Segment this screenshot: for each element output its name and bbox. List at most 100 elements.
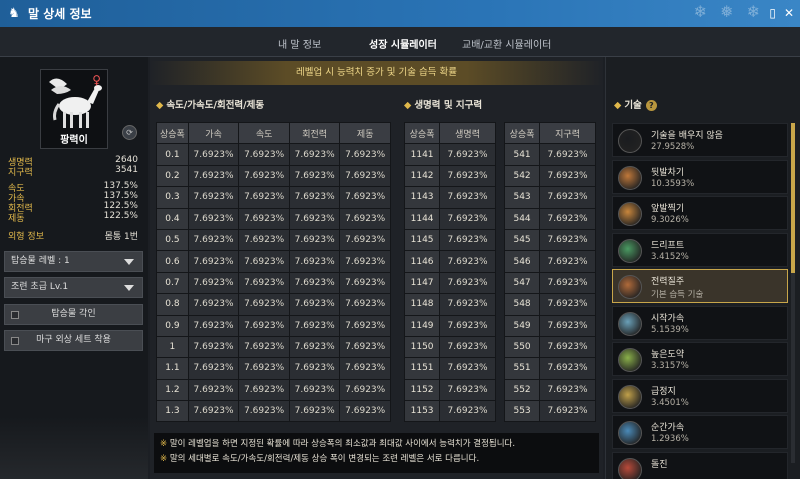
skill-item[interactable]: 드리프트 3.4152% <box>612 232 788 267</box>
skill-name: 순간가속 <box>651 423 685 433</box>
speed-increment-cell: 0.1 <box>156 143 189 166</box>
refresh-icon[interactable]: ⟳ <box>122 125 137 140</box>
speed-probability-cell: 7.6923% <box>238 293 290 316</box>
speed-increment-cell: 0.6 <box>156 250 189 273</box>
speed-header-cell: 제동 <box>339 121 391 145</box>
stamina-probability-cell: 7.6923% <box>539 143 596 166</box>
table-row: 552 7.6923% <box>503 378 596 402</box>
trainer-level-dropdown[interactable]: 조련 초급 Lv.1 <box>4 277 143 298</box>
close-icon[interactable]: ✕ <box>784 6 794 20</box>
drift-icon <box>618 238 642 263</box>
stamina-increment-cell: 544 <box>503 207 541 230</box>
speed-increment-cell: 0.2 <box>156 164 189 188</box>
skill-item[interactable]: 순간가속 1.2936% <box>612 415 788 449</box>
speed-probability-cell: 7.6923% <box>339 207 391 230</box>
tab-breeding-simulator[interactable]: 교배/교환 시뮬레이터 <box>462 36 551 51</box>
tab-my-horse[interactable]: 내 말 정보 <box>278 36 321 51</box>
speed-probability-cell: 7.6923% <box>339 164 391 188</box>
table-row: 1149 7.6923% <box>403 314 496 337</box>
hp-increment-cell: 1145 <box>403 228 441 252</box>
hp-increment-cell: 1147 <box>403 271 441 295</box>
hp-probability-cell: 7.6923% <box>439 400 496 423</box>
skill-item[interactable]: 기술을 배우지 않음 27.9528% <box>612 123 788 157</box>
tab-growth-simulator[interactable]: 성장 시뮬레이터 <box>363 36 443 61</box>
horse-info-panel: ♀ 팡력이 ⟳ 생명력 2640 지구력 3541 속도 137.5% 가속 1… <box>0 57 148 479</box>
speed-probability-cell: 7.6923% <box>288 314 341 337</box>
speed-increment-cell: 1 <box>156 335 189 359</box>
speed-probability-cell: 7.6923% <box>238 335 290 359</box>
speed-increment-cell: 0.4 <box>156 207 189 230</box>
table-row: 0.7 7.6923% 7.6923% 7.6923% 7.6923% <box>156 271 391 295</box>
scrollbar[interactable] <box>791 123 795 463</box>
table-row: 546 7.6923% <box>503 250 596 273</box>
speed-probability-cell: 7.6923% <box>339 271 391 295</box>
armor-set-button[interactable]: 마구 외상 세트 착용 <box>4 330 143 351</box>
armor-checkbox[interactable] <box>11 337 19 345</box>
speed-increment-cell: 1.1 <box>156 357 189 380</box>
hp-increment-cell: 1142 <box>403 164 441 188</box>
stamina-increment-cell: 545 <box>503 228 541 252</box>
skill-item[interactable]: 뒷발차기 10.3593% <box>612 159 788 194</box>
speed-probability-cell: 7.6923% <box>187 400 240 423</box>
skill-probability: 1.2936% <box>651 434 689 444</box>
speed-increment-cell: 0.8 <box>156 293 189 316</box>
hp-increment-cell: 1143 <box>403 186 441 209</box>
help-icon[interactable]: ? <box>645 100 657 111</box>
table-row: 1147 7.6923% <box>403 271 496 295</box>
stamina-header-cell: 지구력 <box>539 121 596 145</box>
speed-header-cell: 상승폭 <box>156 121 189 145</box>
speed-probability-cell: 7.6923% <box>339 250 391 273</box>
skill-probability: 3.4152% <box>651 251 689 262</box>
table-row: 0.1 7.6923% 7.6923% 7.6923% 7.6923% <box>156 143 391 166</box>
document-icon[interactable]: ▯ <box>769 6 776 20</box>
table-row: 0.3 7.6923% 7.6923% 7.6923% 7.6923% <box>156 186 391 209</box>
stamina-increment-cell: 543 <box>503 186 541 209</box>
hp-probability-cell: 7.6923% <box>439 250 496 273</box>
skill-name: 높은도약 <box>651 350 685 360</box>
hp-probability-cell: 7.6923% <box>439 164 496 188</box>
speed-probability-cell: 7.6923% <box>238 207 290 230</box>
speed-probability-cell: 7.6923% <box>187 378 240 402</box>
skill-name: 급정지 <box>651 386 676 397</box>
table-row: 550 7.6923% <box>503 335 596 359</box>
scrollbar-thumb[interactable] <box>791 123 795 273</box>
note-line: ※ 말의 세대별로 속도/가속도/회전력/제동 상승 폭이 변경되는 조련 레벨… <box>160 454 480 464</box>
charge-icon <box>618 457 642 479</box>
stamina-increment-cell: 541 <box>503 143 541 166</box>
speed-increment-cell: 1.3 <box>156 400 189 423</box>
mount-level-dropdown[interactable]: 탑승물 레벨 : 1 <box>4 251 143 272</box>
diamond-bullet-icon: ◆ <box>404 100 412 111</box>
hp-probability-cell: 7.6923% <box>439 207 496 230</box>
skill-item[interactable]: 돌진 <box>612 451 788 479</box>
table-row: 1144 7.6923% <box>403 207 496 230</box>
speed-probability-cell: 7.6923% <box>187 314 240 337</box>
skill-probability: 기본 습득 기술 <box>651 290 704 300</box>
engrave-checkbox[interactable] <box>11 311 19 319</box>
hp-increment-cell: 1149 <box>403 314 441 337</box>
speed-probability-cell: 7.6923% <box>339 186 391 209</box>
stamina-probability-cell: 7.6923% <box>539 378 596 402</box>
engrave-button[interactable]: 탑승물 각인 <box>4 304 143 325</box>
speed-probability-cell: 7.6923% <box>339 293 391 316</box>
speed-probability-cell: 7.6923% <box>238 164 290 188</box>
skill-item[interactable]: 급정지 3.4501% <box>612 378 788 413</box>
skill-name: 앞발찍기 <box>651 204 685 214</box>
speed-increment-cell: 1.2 <box>156 378 189 402</box>
table-row: 0.9 7.6923% 7.6923% 7.6923% 7.6923% <box>156 314 391 337</box>
skill-item[interactable]: 전력질주 기본 습득 기술 <box>612 269 788 303</box>
start-accel-icon <box>618 311 642 336</box>
speed-probability-cell: 7.6923% <box>238 357 290 380</box>
stamina-increment-cell: 551 <box>503 357 541 380</box>
stamina-probability-cell: 7.6923% <box>539 250 596 273</box>
speed-probability-cell: 7.6923% <box>187 271 240 295</box>
skill-item[interactable]: 높은도약 3.3157% <box>612 342 788 376</box>
stamina-increment-cell: 542 <box>503 164 541 188</box>
skill-name: 기술을 배우지 않음 <box>651 131 723 141</box>
skill-item[interactable]: 앞발찍기 9.3026% <box>612 196 788 230</box>
hp-increment-cell: 1153 <box>403 400 441 423</box>
hp-increment-cell: 1148 <box>403 293 441 316</box>
speed-probability-cell: 7.6923% <box>238 400 290 423</box>
speed-probability-cell: 7.6923% <box>238 186 290 209</box>
skill-item[interactable]: 시작가속 5.1539% <box>612 305 788 340</box>
sprint-icon <box>618 275 642 299</box>
